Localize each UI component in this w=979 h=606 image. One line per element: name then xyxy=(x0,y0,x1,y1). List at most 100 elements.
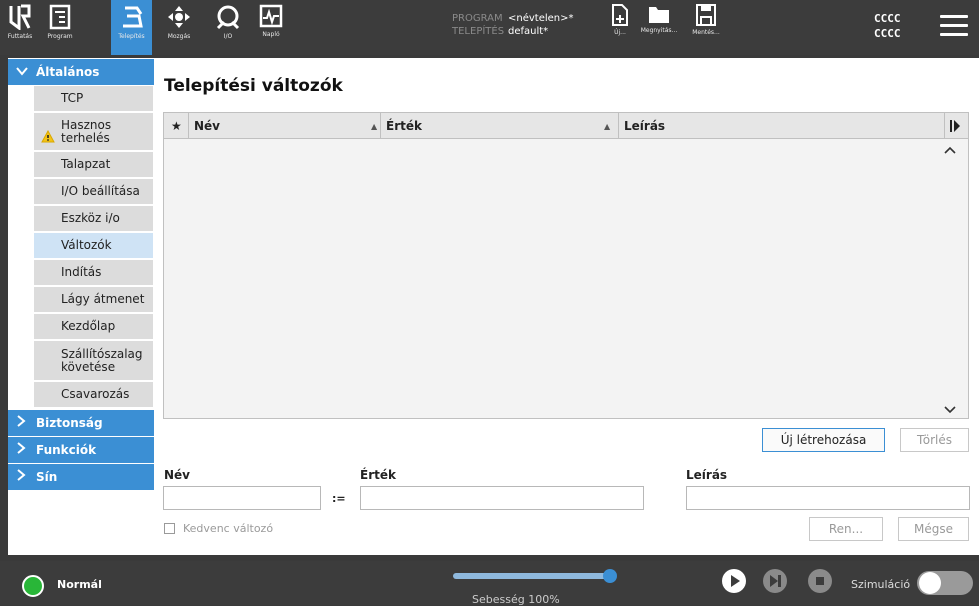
sidebar-item-conveyor-tracking[interactable]: Szállítószalag követése xyxy=(34,341,153,381)
nav-move-label: Mozgás xyxy=(167,33,191,40)
sidebar-item-label: Hasznos terhelés xyxy=(61,117,112,145)
section-rail-label: Sín xyxy=(36,470,58,484)
sidebar-item-label: TCP xyxy=(61,91,84,105)
program-key: PROGRAM xyxy=(452,13,503,24)
sidebar-item-smooth-transition[interactable]: Lágy átmenet xyxy=(34,287,153,313)
section-features[interactable]: Funkciók xyxy=(8,437,154,463)
sidebar-item-payload[interactable]: Hasznos terhelés xyxy=(34,113,153,151)
play-button[interactable] xyxy=(722,569,746,593)
section-safety-label: Biztonság xyxy=(36,416,103,430)
save-button[interactable]: Mentés... xyxy=(683,4,729,52)
sidebar-item-startup[interactable]: Indítás xyxy=(34,260,153,286)
variables-table: ★ Név ▲ Érték ▲ Leírás xyxy=(163,112,969,419)
delete-button[interactable]: Törlés xyxy=(900,428,969,452)
robot-id: CCCC CCCC xyxy=(874,11,901,41)
robot-status: Normál xyxy=(57,578,102,591)
open-label: Megnyitás... xyxy=(640,27,678,34)
speed-slider-handle[interactable] xyxy=(603,569,617,583)
save-icon xyxy=(696,4,716,26)
column-expand-icon[interactable] xyxy=(950,113,960,139)
section-features-label: Funkciók xyxy=(36,443,97,457)
column-value[interactable]: Érték xyxy=(386,113,422,139)
section-safety[interactable]: Biztonság xyxy=(8,410,154,436)
value-field[interactable] xyxy=(360,486,644,510)
nav-io-label: I/O xyxy=(223,33,233,40)
rename-button[interactable]: Ren... xyxy=(809,517,883,541)
sidebar-item-label: Eszköz i/o xyxy=(61,211,120,225)
section-general-label: Általános xyxy=(36,65,100,79)
toggle-knob xyxy=(919,572,941,594)
speed-slider[interactable] xyxy=(453,573,610,579)
sidebar-item-label: Lágy átmenet xyxy=(61,292,145,306)
installation-icon xyxy=(122,6,143,28)
nav-installation[interactable]: Telepítés xyxy=(111,0,152,55)
page-title: Telepítési változók xyxy=(164,76,343,96)
installation-key: TELEPÍTÉS xyxy=(452,26,505,37)
column-description[interactable]: Leírás xyxy=(624,113,665,139)
favorite-checkbox[interactable]: Kedvenc változó xyxy=(164,522,273,535)
menu-button[interactable] xyxy=(940,15,968,37)
simulation-toggle[interactable] xyxy=(917,571,973,595)
program-name: <névtelen>* xyxy=(508,13,574,24)
chevron-down-icon xyxy=(16,64,30,80)
description-label: Leírás xyxy=(686,468,728,482)
name-field[interactable] xyxy=(163,486,321,510)
value-label: Érték xyxy=(360,468,396,482)
nav-move[interactable]: Mozgás xyxy=(160,0,198,55)
assign-symbol: := xyxy=(332,492,346,505)
sidebar-item-label: I/O beállítása xyxy=(61,184,140,198)
sidebar-item-io-setup[interactable]: I/O beállítása xyxy=(34,179,153,205)
create-new-button[interactable]: Új létrehozása xyxy=(762,428,885,452)
sidebar-item-home[interactable]: Kezdőlap xyxy=(34,314,153,340)
nav-program[interactable]: Program xyxy=(40,0,80,55)
sidebar-item-label: Indítás xyxy=(61,265,102,279)
cancel-button[interactable]: Mégse xyxy=(898,517,969,541)
nav-log-label: Napló xyxy=(262,31,280,38)
new-file-button[interactable]: Új... xyxy=(606,4,634,52)
sidebar-item-tcp[interactable]: TCP xyxy=(34,86,153,112)
favorite-label: Kedvenc változó xyxy=(183,522,274,535)
section-rail[interactable]: Sín xyxy=(8,464,154,490)
column-favorite[interactable]: ★ xyxy=(171,113,182,139)
nav-run[interactable]: Futtatás xyxy=(0,0,40,55)
new-file-icon xyxy=(612,4,628,26)
speed-label: Sebesség 100% xyxy=(472,593,560,606)
robot-id-line-2: CCCC xyxy=(874,27,901,40)
section-general[interactable]: Általános xyxy=(8,59,154,85)
scroll-down-icon[interactable] xyxy=(944,403,956,417)
chevron-right-icon xyxy=(16,469,30,485)
sidebar-item-tool-io[interactable]: Eszköz i/o xyxy=(34,206,153,232)
warning-icon xyxy=(41,129,55,146)
scroll-up-icon[interactable] xyxy=(944,143,956,157)
stop-button[interactable] xyxy=(808,569,832,593)
program-icon xyxy=(49,4,71,30)
sidebar-item-label: Szállítószalag követése xyxy=(61,346,143,374)
top-bar: Futtatás Program Telepítés Mozgás I/O Na… xyxy=(0,0,979,55)
nav-log[interactable]: Napló xyxy=(252,0,290,55)
sidebar-item-mounting[interactable]: Talapzat xyxy=(34,152,153,178)
simulation-label: Szimuláció xyxy=(851,578,911,591)
step-button[interactable] xyxy=(763,569,787,593)
sidebar-item-label: Talapzat xyxy=(61,157,111,171)
sidebar-item-label: Kezdőlap xyxy=(61,319,116,333)
sidebar-item-variables[interactable]: Változók xyxy=(34,233,153,259)
open-button[interactable]: Megnyitás... xyxy=(634,4,684,52)
nav-installation-label: Telepítés xyxy=(118,33,145,40)
sidebar-item-screwdriving[interactable]: Csavarozás xyxy=(34,382,153,408)
io-icon xyxy=(216,5,240,30)
description-field[interactable] xyxy=(686,486,970,510)
column-name[interactable]: Név xyxy=(194,113,220,139)
step-icon xyxy=(770,575,781,587)
checkbox-icon[interactable] xyxy=(164,523,175,534)
nav-io[interactable]: I/O xyxy=(210,0,246,55)
nav-run-label: Futtatás xyxy=(7,33,33,40)
sort-icon: ▲ xyxy=(371,122,378,131)
stop-icon xyxy=(816,577,824,585)
status-indicator-icon[interactable] xyxy=(22,575,44,597)
program-info: PROGRAM <névtelen>* TELEPÍTÉS default* xyxy=(452,12,574,38)
chevron-right-icon xyxy=(16,415,30,431)
nav-program-label: Program xyxy=(47,33,73,40)
folder-icon xyxy=(649,7,669,23)
installation-name: default* xyxy=(508,26,549,37)
log-icon xyxy=(259,4,283,28)
